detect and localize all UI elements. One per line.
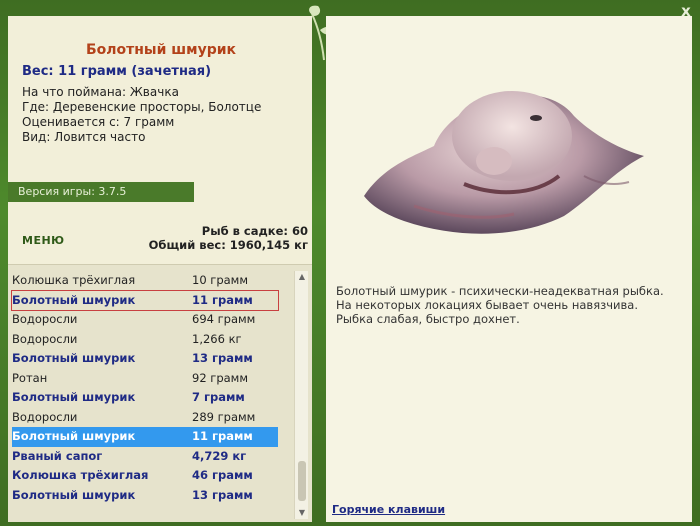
catch-list-row[interactable]: Водоросли 1,266 кг	[12, 330, 278, 350]
catch-list-row[interactable]: Колюшка трёхиглая 10 грамм	[12, 271, 278, 291]
description-line: Болотный шмурик - психически-неадекватна…	[336, 284, 664, 298]
scroll-thumb[interactable]	[298, 461, 306, 501]
catch-list-row[interactable]: Водоросли 694 грамм	[12, 310, 278, 330]
catch-item-weight: 92 грамм	[192, 370, 249, 385]
fish-location: Где: Деревенские просторы, Болотце	[22, 100, 262, 114]
fish-bait: На что поймана: Жвачка	[22, 85, 179, 99]
catch-item-name: Водоросли	[12, 312, 78, 326]
catch-item-name: Болотный шмурик	[12, 351, 136, 365]
catch-item-weight: 4,729 кг	[192, 448, 247, 463]
right-panel: Болотный шмурик - психически-неадекватна…	[326, 16, 692, 522]
catch-item-weight: 11 грамм	[192, 292, 253, 307]
catch-stats: Рыб в садке: 60 Общий вес: 1960,145 кг	[149, 224, 308, 252]
catch-list-row[interactable]: Болотный шмурик 13 грамм	[12, 486, 278, 506]
catch-item-name: Водоросли	[12, 331, 78, 346]
catch-item-weight: 694 грамм	[192, 312, 256, 326]
fish-kind: Вид: Ловится часто	[22, 130, 146, 144]
description-line: Рыбка слабая, быстро дохнет.	[336, 312, 520, 326]
catch-list-row[interactable]: Болотный шмурик 11 грамм	[12, 427, 278, 447]
fish-info: Болотный шмурик Вес: 11 грамм (зачетная)…	[8, 16, 312, 145]
hotkeys-link[interactable]: Горячие клавиши	[332, 503, 445, 516]
catch-item-weight: 11 грамм	[192, 429, 253, 443]
fish-weight: Вес: 11 грамм (зачетная)	[22, 64, 212, 79]
blobfish-image	[364, 91, 644, 234]
catch-list-panel: Колюшка трёхиглая 10 грамм Болотный шмурик…	[8, 264, 312, 522]
catch-item-weight: 13 грамм	[192, 351, 253, 365]
catch-list-row[interactable]: Болотный шмурик 7 грамм	[12, 388, 278, 408]
catch-list-row[interactable]: Колюшка трёхиглая 46 грамм	[12, 466, 278, 486]
catch-item-name: Болотный шмурик	[12, 292, 136, 307]
fish-description: Болотный шмурик - психически-неадекватна…	[336, 284, 666, 326]
fish-count: Рыб в садке: 60	[201, 224, 308, 238]
catch-list-row[interactable]: Болотный шмурик 11 грамм	[11, 289, 279, 311]
catch-item-weight: 289 грамм	[192, 409, 256, 424]
catch-list: Колюшка трёхиглая 10 грамм Болотный шмурик…	[11, 271, 279, 506]
fish-value: Оценивается с: 7 грамм	[22, 115, 175, 129]
catch-list-row[interactable]: Ротан 92 грамм	[12, 369, 278, 389]
catch-item-weight: 1,266 кг	[192, 331, 242, 346]
total-weight: Общий вес: 1960,145 кг	[148, 238, 308, 252]
menu-button[interactable]: МЕНЮ	[22, 234, 65, 247]
catch-item-name: Болотный шмурик	[12, 429, 136, 443]
scroll-up-icon[interactable]: ▲	[295, 271, 309, 283]
catch-item-weight: 46 грамм	[192, 468, 253, 482]
catch-item-weight: 13 грамм	[192, 487, 253, 502]
left-panel: Болотный шмурик Вес: 11 грамм (зачетная)…	[8, 16, 312, 522]
catch-item-name: Рваный сапог	[12, 448, 103, 463]
catch-item-weight: 7 грамм	[192, 390, 245, 404]
version-bar: Версия игры: 3.7.5	[8, 182, 194, 202]
catch-item-name: Ротан	[12, 370, 48, 385]
catch-list-row[interactable]: Болотный шмурик 13 грамм	[12, 349, 278, 369]
description-line: На некоторых локациях бывает очень навяз…	[336, 298, 638, 312]
catch-item-name: Колюшка трёхиглая	[12, 468, 149, 482]
catch-list-row[interactable]: Водоросли 289 грамм	[12, 408, 278, 428]
catch-list-row[interactable]: Рваный сапог 4,729 кг	[12, 447, 278, 467]
catch-item-name: Водоросли	[12, 409, 78, 424]
catch-item-weight: 10 грамм	[192, 273, 249, 287]
fish-name: Болотный шмурик	[85, 42, 237, 58]
scroll-down-icon[interactable]: ▼	[295, 507, 309, 519]
list-scrollbar[interactable]: ▲ ▼	[294, 271, 308, 519]
catch-item-name: Колюшка трёхиглая	[12, 273, 136, 287]
catch-item-name: Болотный шмурик	[12, 487, 136, 502]
catch-item-name: Болотный шмурик	[12, 390, 136, 404]
